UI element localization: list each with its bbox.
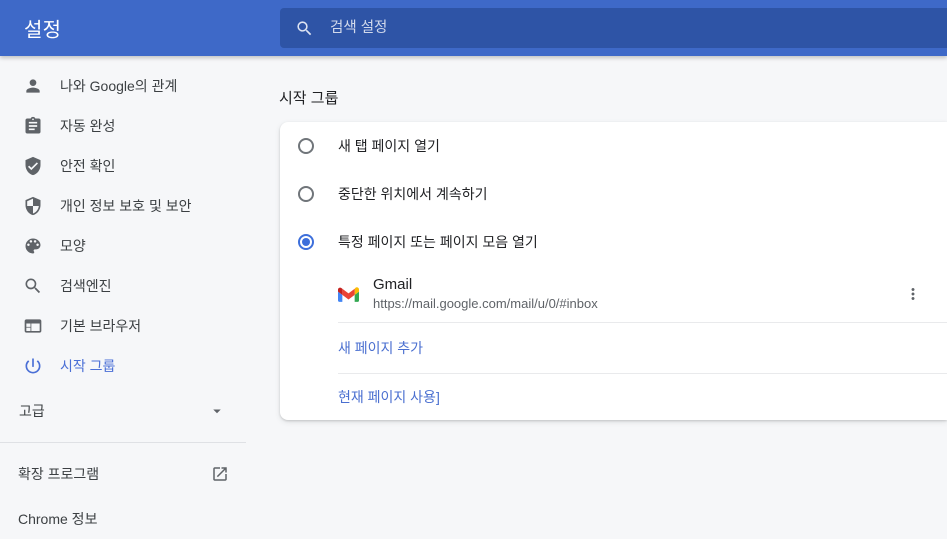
sidebar-item-on-startup[interactable]: 시작 그룹 xyxy=(0,346,246,386)
add-new-page-label: 새 페이지 추가 xyxy=(338,338,423,358)
page-options-button[interactable] xyxy=(899,280,927,308)
advanced-label: 고급 xyxy=(19,401,45,421)
about-chrome-label: Chrome 정보 xyxy=(18,509,97,529)
section-title: 시작 그룹 xyxy=(279,87,338,108)
sidebar-item-label: 안전 확인 xyxy=(60,156,115,176)
option-label: 특정 페이지 또는 페이지 모음 열기 xyxy=(338,232,538,252)
privacy-icon xyxy=(23,196,43,216)
sidebar-item-you-and-google[interactable]: 나와 Google의 관계 xyxy=(0,66,246,106)
add-new-page-button[interactable]: 새 페이지 추가 xyxy=(280,323,947,373)
search-icon xyxy=(295,19,314,38)
startup-page-name: Gmail xyxy=(373,276,598,294)
sidebar-item-label: 검색엔진 xyxy=(60,276,112,296)
sidebar-item-label: 자동 완성 xyxy=(60,116,115,136)
chevron-down-icon xyxy=(208,402,226,420)
sidebar-item-about-chrome[interactable]: Chrome 정보 xyxy=(0,499,246,539)
person-icon xyxy=(23,76,43,96)
startup-page-url: https://mail.google.com/mail/u/0/#inbox xyxy=(373,295,598,312)
settings-sidebar: 나와 Google의 관계 자동 완성 안전 확인 개인 정보 보호 및 보안 … xyxy=(0,56,246,539)
radio-icon-checked[interactable] xyxy=(298,234,314,250)
open-in-new-icon xyxy=(211,465,229,483)
default-browser-icon xyxy=(23,316,43,336)
page-title: 설정 xyxy=(24,14,61,43)
on-startup-card: 새 탭 페이지 열기 중단한 위치에서 계속하기 특정 페이지 또는 페이지 모… xyxy=(280,122,947,420)
settings-header: 설정 xyxy=(0,0,947,56)
sidebar-item-appearance[interactable]: 모양 xyxy=(0,226,246,266)
sidebar-divider xyxy=(0,442,246,443)
sidebar-item-default-browser[interactable]: 기본 브라우저 xyxy=(0,306,246,346)
extensions-label: 확장 프로그램 xyxy=(18,464,99,484)
sidebar-advanced-toggle[interactable]: 고급 xyxy=(0,386,246,436)
option-continue-where-left-off[interactable]: 중단한 위치에서 계속하기 xyxy=(280,170,947,218)
option-open-new-tab[interactable]: 새 탭 페이지 열기 xyxy=(280,122,947,170)
sidebar-item-label: 모양 xyxy=(60,236,86,256)
power-icon xyxy=(23,356,43,376)
radio-icon[interactable] xyxy=(298,138,314,154)
option-open-specific-pages[interactable]: 특정 페이지 또는 페이지 모음 열기 xyxy=(280,218,947,266)
sidebar-item-label: 시작 그룹 xyxy=(60,356,115,376)
option-label: 새 탭 페이지 열기 xyxy=(338,136,440,156)
gmail-icon xyxy=(338,286,359,302)
autofill-icon xyxy=(23,116,43,136)
use-current-pages-label: 현재 페이지 사용] xyxy=(338,387,440,407)
sidebar-item-safety-check[interactable]: 안전 확인 xyxy=(0,146,246,186)
sidebar-item-autofill[interactable]: 자동 완성 xyxy=(0,106,246,146)
safety-check-icon xyxy=(23,156,43,176)
search-engine-icon xyxy=(23,276,43,296)
search-input[interactable] xyxy=(328,19,947,37)
radio-icon[interactable] xyxy=(298,186,314,202)
sidebar-item-privacy[interactable]: 개인 정보 보호 및 보안 xyxy=(0,186,246,226)
settings-search[interactable] xyxy=(280,8,947,48)
startup-page-row: Gmail https://mail.google.com/mail/u/0/#… xyxy=(280,266,947,322)
appearance-icon xyxy=(23,236,43,256)
sidebar-item-label: 개인 정보 보호 및 보안 xyxy=(60,196,191,216)
sidebar-item-label: 나와 Google의 관계 xyxy=(60,76,177,96)
sidebar-item-label: 기본 브라우저 xyxy=(60,316,141,336)
sidebar-item-extensions[interactable]: 확장 프로그램 xyxy=(0,449,246,499)
more-vert-icon xyxy=(904,285,922,303)
use-current-pages-button[interactable]: 현재 페이지 사용] xyxy=(280,374,947,420)
sidebar-item-search-engine[interactable]: 검색엔진 xyxy=(0,266,246,306)
option-label: 중단한 위치에서 계속하기 xyxy=(338,184,487,204)
